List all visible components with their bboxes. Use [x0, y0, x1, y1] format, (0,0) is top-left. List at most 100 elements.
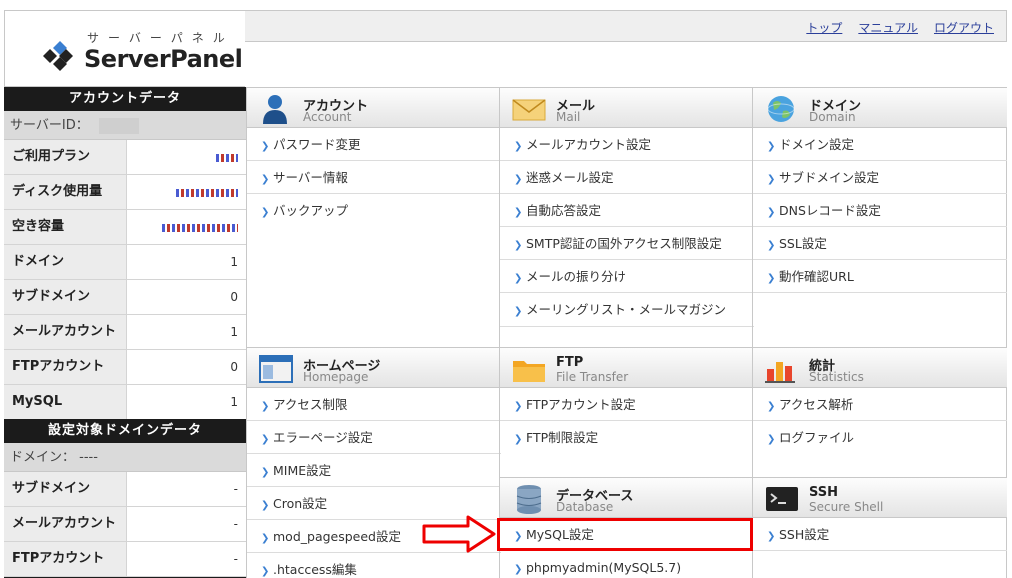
menu-mailing-list[interactable]: ❯ メーリングリスト・メールマガジン	[500, 293, 754, 327]
menu-error-page[interactable]: ❯ エラーページ設定	[247, 421, 501, 454]
bullet-icon: ❯	[261, 434, 270, 445]
logo-diamonds-icon	[43, 41, 73, 71]
menu-verify-url[interactable]: ❯ 動作確認URL	[753, 260, 1007, 293]
plan-value	[127, 140, 246, 174]
bullet-icon: ❯	[514, 434, 523, 445]
menu-label: バックアップ	[273, 203, 349, 218]
bullet-icon: ❯	[514, 306, 523, 317]
mysql-count-row: MySQL 1	[4, 385, 246, 419]
bullet-icon: ❯	[261, 566, 270, 577]
menu-mail-account[interactable]: ❯ メールアカウント設定	[500, 128, 754, 161]
section-domain-subtitle: Domain	[809, 110, 856, 124]
section-homepage-subtitle: Homepage	[303, 370, 369, 384]
menu-mime[interactable]: ❯ MIME設定	[247, 454, 501, 487]
subdomain-count-value: 0	[127, 280, 246, 314]
menu-label: ログファイル	[779, 430, 855, 445]
menu-label: メールアカウント設定	[526, 137, 652, 152]
menu-access-analytics[interactable]: ❯ アクセス解析	[753, 388, 1007, 421]
folder-icon	[513, 361, 545, 382]
section-domain-header: ドメイン Domain	[753, 87, 1007, 128]
menu-label: .htaccess編集	[273, 562, 357, 577]
menu-label: 自動応答設定	[526, 203, 602, 218]
section-ftp-header: FTP File Transfer	[500, 347, 754, 388]
menu-ftp-restriction[interactable]: ❯ FTP制限設定	[500, 421, 754, 454]
bullet-icon: ❯	[261, 500, 270, 511]
menu-domain-settings[interactable]: ❯ ドメイン設定	[753, 128, 1007, 161]
bullet-icon: ❯	[261, 533, 270, 544]
menu-phpmyadmin[interactable]: ❯ phpmyadmin(MySQL5.7)	[500, 551, 754, 578]
menu-subdomain-settings[interactable]: ❯ サブドメイン設定	[753, 161, 1007, 194]
top-bar: トップ マニュアル ログアウト	[245, 10, 1007, 42]
section-mail-header: メール Mail	[500, 87, 754, 128]
domain-data-title: 設定対象ドメインデータ	[4, 419, 246, 443]
bullet-icon: ❯	[261, 467, 270, 478]
section-homepage-header: ホームページ Homepage	[247, 347, 501, 388]
logo-area: サーバーパネル ServerPanel	[4, 10, 245, 87]
section-ssh-header: SSH Secure Shell	[753, 477, 1007, 518]
menu-label: SSH設定	[779, 527, 830, 542]
section-stats-subtitle: Statistics	[809, 370, 864, 384]
domain-count-label: ドメイン	[4, 245, 127, 279]
menu-label: Cron設定	[273, 496, 328, 511]
bullet-icon: ❯	[767, 273, 776, 284]
menu-htaccess[interactable]: ❯ .htaccess編集	[247, 553, 501, 578]
bullet-icon: ❯	[767, 401, 776, 412]
menu-password-change[interactable]: ❯ パスワード変更	[247, 128, 501, 161]
free-space-value	[127, 210, 246, 244]
bullet-icon: ❯	[767, 240, 776, 251]
menu-label: 迷惑メール設定	[526, 170, 614, 185]
menu-label: パスワード変更	[273, 137, 361, 152]
domain-count-value: 1	[127, 245, 246, 279]
top-link-home[interactable]: トップ	[806, 19, 842, 36]
server-id-label: サーバーID：	[10, 118, 89, 133]
menu-ftp-account[interactable]: ❯ FTPアカウント設定	[500, 388, 754, 421]
globe-icon	[767, 96, 795, 122]
section-database-header: データベース Database	[500, 477, 754, 518]
bullet-icon: ❯	[514, 240, 523, 251]
bullet-icon: ❯	[261, 207, 270, 218]
top-link-manual[interactable]: マニュアル	[858, 19, 918, 36]
menu-log-file[interactable]: ❯ ログファイル	[753, 421, 1007, 454]
menu-access-restriction[interactable]: ❯ アクセス制限	[247, 388, 501, 421]
menu-ssh-settings[interactable]: ❯ SSH設定	[753, 518, 1007, 551]
section-stats-header: 統計 Statistics	[753, 347, 1007, 388]
subdomain-count-row: サブドメイン 0	[4, 280, 246, 315]
menu-smtp-restriction[interactable]: ❯ SMTP認証の国外アクセス制限設定	[500, 227, 754, 260]
section-account-subtitle: Account	[303, 110, 352, 124]
menu-server-info[interactable]: ❯ サーバー情報	[247, 161, 501, 194]
bullet-icon: ❯	[767, 207, 776, 218]
mysql-count-value: 1	[127, 385, 246, 419]
section-ftp-title: FTP	[556, 355, 584, 370]
target-ftp-row: FTPアカウント -	[4, 542, 246, 577]
logo-text: ServerPanel	[84, 45, 243, 73]
mail-account-count-value: 1	[127, 315, 246, 349]
menu-label: SMTP認証の国外アクセス制限設定	[526, 236, 722, 251]
section-database-subtitle: Database	[556, 500, 614, 514]
bullet-icon: ❯	[261, 174, 270, 185]
bullet-icon: ❯	[767, 141, 776, 152]
menu-spam[interactable]: ❯ 迷惑メール設定	[500, 161, 754, 194]
section-mail-subtitle: Mail	[556, 110, 581, 124]
menu-label: アクセス解析	[779, 397, 854, 412]
menu-dns-record[interactable]: ❯ DNSレコード設定	[753, 194, 1007, 227]
server-id-row: サーバーID：	[4, 111, 246, 140]
terminal-icon	[766, 487, 798, 511]
top-links: トップ マニュアル ログアウト	[806, 19, 994, 36]
bullet-icon: ❯	[514, 531, 523, 542]
menu-label: メーリングリスト・メールマガジン	[526, 302, 727, 317]
section-ssh-title: SSH	[809, 485, 839, 500]
menu-mail-filter[interactable]: ❯ メールの振り分け	[500, 260, 754, 293]
window-icon	[259, 355, 293, 383]
bullet-icon: ❯	[767, 531, 776, 542]
column-mail-ftp-database: メール Mail ❯ メールアカウント設定 ❯ 迷惑メール設定 ❯ 自動応答設定 ❯ S…	[499, 87, 754, 578]
menu-backup[interactable]: ❯ バックアップ	[247, 194, 501, 227]
free-space-label: 空き容量	[4, 210, 127, 244]
ftp-account-count-label: FTPアカウント	[4, 350, 127, 384]
menu-mysql-settings[interactable]: ❯ MySQL設定	[500, 518, 754, 551]
disk-usage-label: ディスク使用量	[4, 175, 127, 209]
top-link-logout[interactable]: ログアウト	[934, 19, 994, 36]
disk-usage-row: ディスク使用量	[4, 175, 246, 210]
menu-auto-reply[interactable]: ❯ 自動応答設定	[500, 194, 754, 227]
bar-chart-icon	[765, 362, 795, 383]
menu-ssl-settings[interactable]: ❯ SSL設定	[753, 227, 1007, 260]
